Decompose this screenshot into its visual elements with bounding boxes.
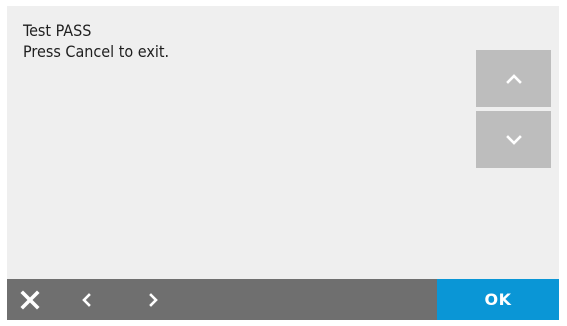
scroll-down-button[interactable] <box>476 111 551 168</box>
message-line-status: Test PASS <box>23 21 92 40</box>
message-area: Test PASS Press Cancel to exit. <box>23 20 463 62</box>
back-button[interactable] <box>75 279 99 320</box>
message-line-instruction: Press Cancel to exit. <box>23 42 170 61</box>
chevron-down-icon <box>505 134 522 145</box>
chevron-up-icon <box>505 73 522 84</box>
forward-button[interactable] <box>141 279 165 320</box>
chevron-right-icon <box>149 292 158 307</box>
bottom-navigation-bar: OK <box>7 279 559 320</box>
close-icon <box>20 289 40 310</box>
chevron-left-icon <box>82 292 91 307</box>
ok-button[interactable]: OK <box>437 279 559 320</box>
scroll-up-button[interactable] <box>476 50 551 107</box>
cancel-button[interactable] <box>15 279 45 320</box>
printer-panel-screen: Test PASS Press Cancel to exit. OK <box>7 6 559 320</box>
